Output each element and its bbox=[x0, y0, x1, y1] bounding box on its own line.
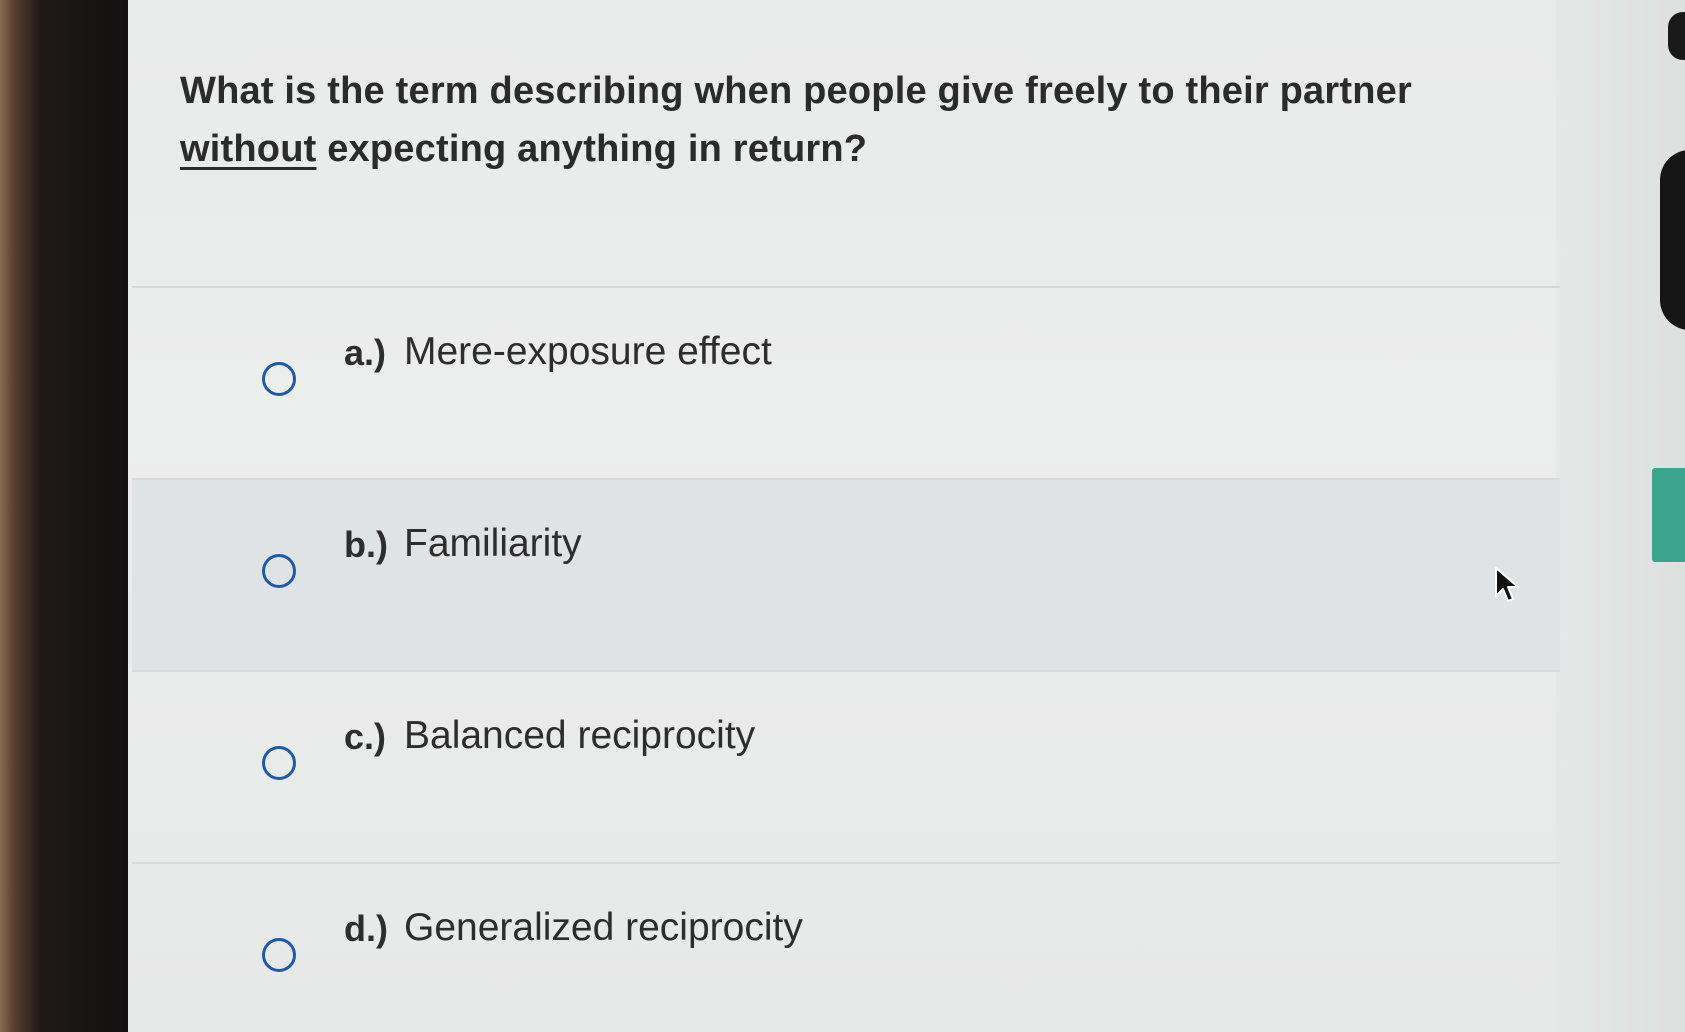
question-text-end: expecting anything in return? bbox=[316, 128, 868, 170]
mouse-pointer-icon bbox=[1495, 567, 1519, 602]
question-text-start: What is the term describing when people … bbox=[180, 70, 1412, 112]
right-nav-button[interactable] bbox=[1660, 150, 1685, 330]
answer-options: a.) Mere-exposure effect b.) Familiarity… bbox=[132, 288, 1560, 1032]
radio-unchecked-icon[interactable] bbox=[262, 938, 296, 972]
option-letter: b.) bbox=[344, 524, 388, 565]
option-a[interactable]: a.) Mere-exposure effect bbox=[132, 288, 1560, 480]
option-d[interactable]: d.) Generalized reciprocity bbox=[132, 864, 1560, 1032]
side-tab[interactable] bbox=[1652, 468, 1685, 562]
option-label: Mere-exposure effect bbox=[404, 330, 772, 373]
question-area: What is the term describing when people … bbox=[132, 0, 1560, 288]
option-c[interactable]: c.) Balanced reciprocity bbox=[132, 672, 1560, 864]
option-label: Balanced reciprocity bbox=[404, 714, 756, 757]
radio-unchecked-icon[interactable] bbox=[262, 746, 296, 780]
option-letter: c.) bbox=[344, 716, 387, 757]
question-underlined-word: without bbox=[180, 128, 317, 170]
radio-unchecked-icon[interactable] bbox=[262, 362, 296, 396]
option-letter: a.) bbox=[344, 332, 387, 373]
option-b[interactable]: b.) Familiarity bbox=[132, 480, 1560, 672]
radio-unchecked-icon[interactable] bbox=[262, 554, 296, 588]
question-text: What is the term describing when people … bbox=[180, 62, 1480, 178]
option-letter: d.) bbox=[344, 908, 388, 949]
right-control-icon[interactable] bbox=[1668, 12, 1685, 60]
option-label: Generalized reciprocity bbox=[404, 906, 803, 949]
photo-stage: What is the term describing when people … bbox=[0, 0, 1685, 1032]
monitor-bezel bbox=[0, 0, 128, 1032]
option-label: Familiarity bbox=[404, 522, 582, 565]
